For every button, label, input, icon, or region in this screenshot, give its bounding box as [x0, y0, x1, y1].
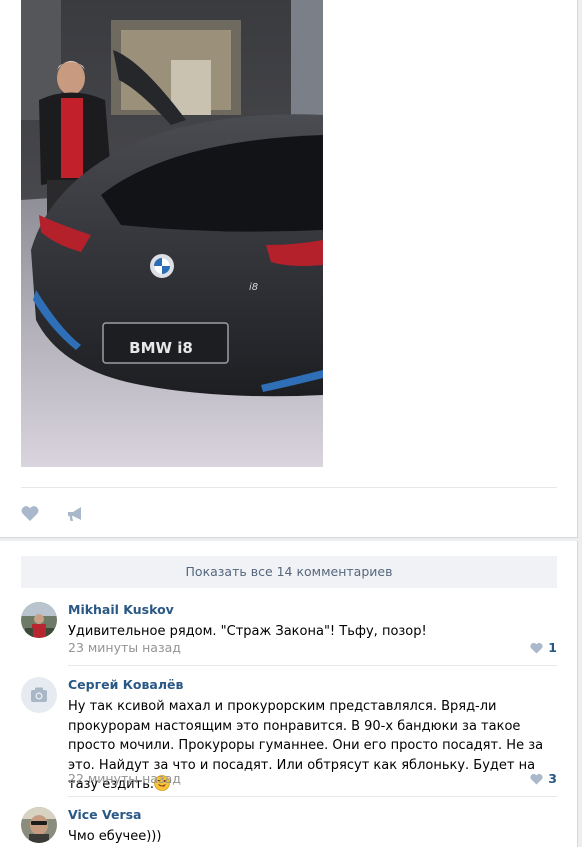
comment-item: Vice Versa Чмо ебучее))): [21, 807, 557, 847]
comment-like-count: 3: [548, 771, 557, 786]
avatar-image: [21, 807, 57, 843]
comment-author[interactable]: Vice Versa: [68, 807, 142, 822]
photo-bmw-i8: BMW i8 i8: [21, 0, 323, 467]
post-divider: [21, 487, 557, 488]
heart-icon: [530, 773, 543, 784]
avatar[interactable]: [21, 807, 57, 843]
svg-text:BMW i8: BMW i8: [129, 339, 193, 357]
heart-icon: [530, 642, 543, 653]
comment-text: Удивительное рядом. "Страж Закона"! Тьфу…: [68, 624, 427, 639]
avatar-image: [21, 602, 57, 638]
megaphone-icon: [68, 507, 81, 521]
comment-like-button[interactable]: 1: [530, 640, 557, 655]
comments-section: Показать все 14 комментариев Mikhail Kus…: [0, 541, 578, 847]
show-all-comments-button[interactable]: Показать все 14 комментариев: [21, 556, 557, 588]
comment-item: Сергей Ковалёв Ну так ксивой махал и про…: [21, 677, 557, 797]
comment-timestamp[interactable]: 23 минуты назад: [68, 640, 181, 655]
share-button[interactable]: [67, 506, 84, 522]
heart-icon: [21, 506, 39, 521]
comment-text: Чмо ебучее))): [68, 829, 162, 844]
svg-text:i8: i8: [249, 282, 258, 293]
comment-timestamp[interactable]: 22 минуты назад: [68, 771, 181, 786]
avatar[interactable]: [21, 602, 57, 638]
comment-author[interactable]: Сергей Ковалёв: [68, 677, 183, 692]
comment-like-button[interactable]: 3: [530, 771, 557, 786]
comment-divider: [68, 665, 557, 666]
comment-divider: [68, 796, 557, 797]
like-button[interactable]: [21, 505, 39, 522]
comment-author[interactable]: Mikhail Kuskov: [68, 602, 174, 617]
camera-icon: [21, 677, 57, 713]
comment-like-count: 1: [548, 640, 557, 655]
comment-item: Mikhail Kuskov Удивительное рядом. "Стра…: [21, 602, 557, 667]
post-card: BMW i8 i8: [0, 0, 578, 538]
post-photo[interactable]: BMW i8 i8: [21, 0, 323, 467]
avatar[interactable]: [21, 677, 57, 713]
